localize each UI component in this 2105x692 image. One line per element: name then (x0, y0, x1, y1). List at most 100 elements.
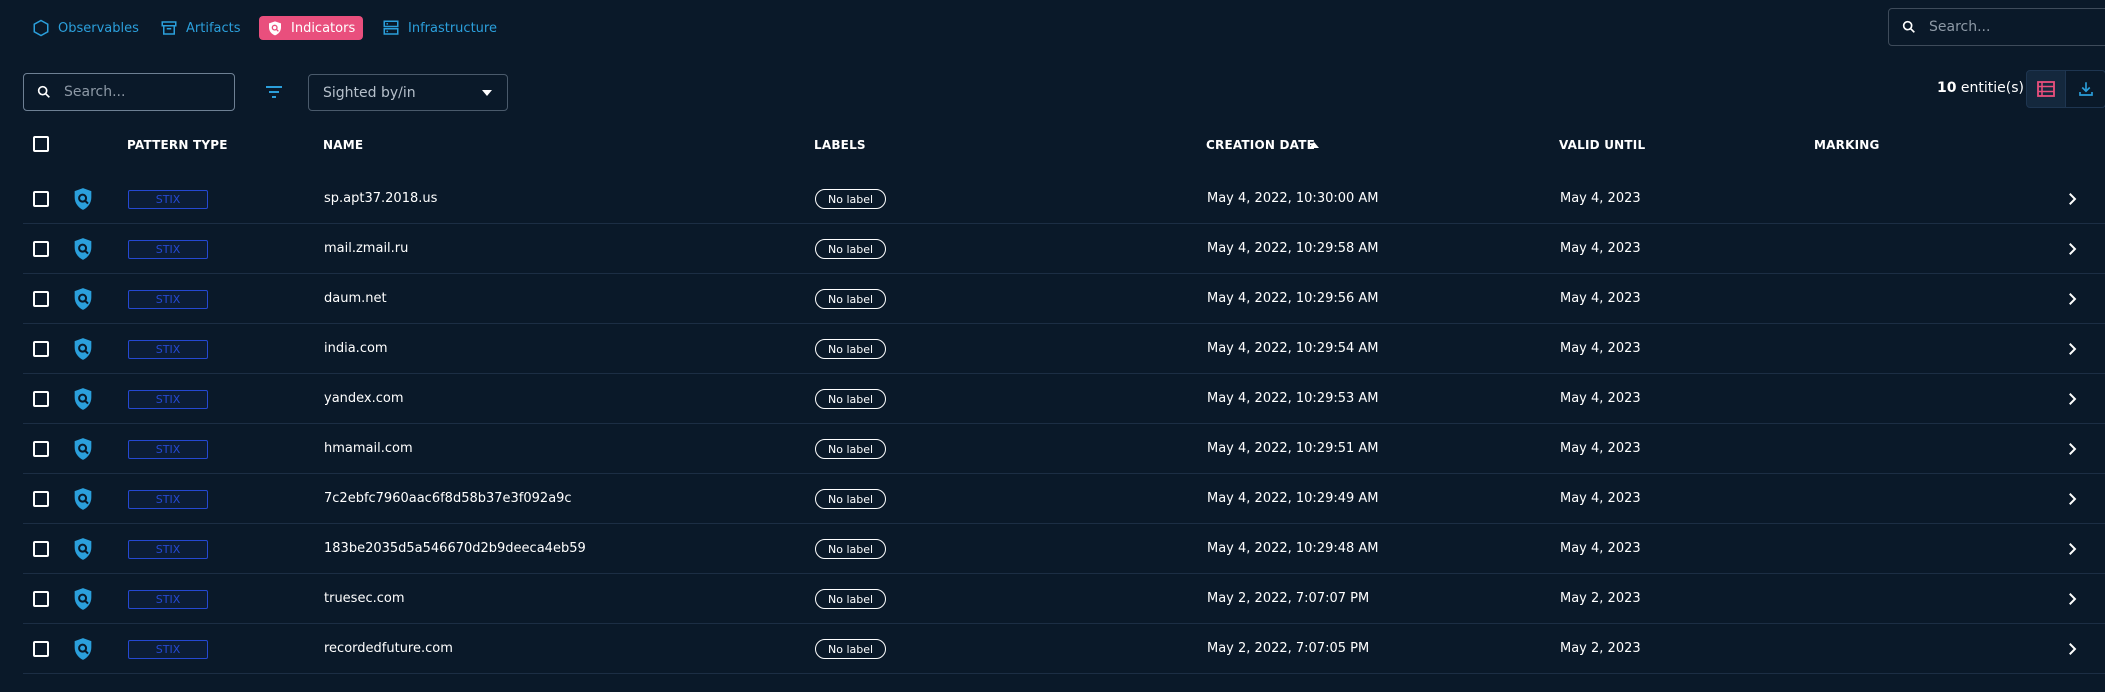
label-chip: No label (815, 189, 887, 209)
caret-down-icon (482, 89, 492, 96)
indicator-icon (74, 188, 92, 210)
pattern-type-badge: STIX (128, 490, 208, 509)
search-icon (37, 85, 50, 98)
chevron-right-icon[interactable] (2063, 340, 2081, 358)
nav-tab-label: Observables (58, 20, 139, 36)
table-row[interactable]: STIX sp.apt37.2018.us No label May 4, 2022,… (23, 174, 2105, 224)
chevron-right-icon[interactable] (2063, 190, 2081, 208)
label-chip: No label (815, 289, 887, 309)
indicator-name: recordedfuture.com (324, 641, 453, 656)
indicator-icon (74, 338, 92, 360)
valid-until: May 4, 2023 (1560, 191, 1641, 206)
label-chip: No label (815, 339, 887, 359)
label-chip: No label (815, 439, 887, 459)
label-chip: No label (815, 239, 887, 259)
pattern-type-badge: STIX (128, 290, 208, 309)
row-checkbox[interactable] (33, 491, 49, 507)
chevron-right-icon[interactable] (2063, 240, 2081, 258)
search-icon (1902, 20, 1915, 33)
list-search-input[interactable] (62, 83, 216, 101)
label-chip: No label (815, 389, 887, 409)
nav-tab-observables[interactable]: Observables (24, 16, 147, 40)
valid-until: May 2, 2023 (1560, 591, 1641, 606)
chevron-right-icon[interactable] (2063, 290, 2081, 308)
creation-date: May 2, 2022, 7:07:07 PM (1207, 591, 1370, 606)
nav-tab-infrastructure[interactable]: Infrastructure (374, 16, 505, 40)
indicator-icon (74, 288, 92, 310)
header-labels[interactable]: LABELS (814, 138, 866, 152)
table-row[interactable]: STIX india.com No label May 4, 2022, 10:29:… (23, 324, 2105, 374)
header-creation-date[interactable]: CREATION DATE (1206, 138, 1315, 152)
chevron-right-icon[interactable] (2063, 490, 2081, 508)
chevron-right-icon[interactable] (2063, 590, 2081, 608)
indicator-name: india.com (324, 341, 388, 356)
indicator-name: hmamail.com (324, 441, 413, 456)
row-checkbox[interactable] (33, 641, 49, 657)
pattern-type-badge: STIX (128, 340, 208, 359)
indicator-name: truesec.com (324, 591, 405, 606)
header-marking[interactable]: MARKING (1814, 138, 1880, 152)
global-search-input[interactable] (1927, 18, 2081, 36)
table-row[interactable]: STIX hmamail.com No label May 4, 2022, 10:2… (23, 424, 2105, 474)
pattern-type-badge: STIX (128, 240, 208, 259)
global-search[interactable] (1888, 8, 2105, 46)
label-chip: No label (815, 489, 887, 509)
filter-list-icon (266, 86, 282, 98)
entity-count-suffix: entitie(s) (1956, 80, 2025, 96)
indicator-icon (74, 588, 92, 610)
table-row[interactable]: STIX recordedfuture.com No label May 2, 202… (23, 624, 2105, 674)
creation-date: May 2, 2022, 7:07:05 PM (1207, 641, 1370, 656)
label-chip: No label (815, 539, 887, 559)
select-all-checkbox[interactable] (33, 136, 49, 152)
valid-until: May 2, 2023 (1560, 641, 1641, 656)
chevron-right-icon[interactable] (2063, 440, 2081, 458)
row-checkbox[interactable] (33, 341, 49, 357)
nav-tab-artifacts[interactable]: Artifacts (152, 16, 249, 40)
table-row[interactable]: STIX 7c2ebfc7960aac6f8d58b37e3f092a9c No l… (23, 474, 2105, 524)
indicator-icon (74, 438, 92, 460)
valid-until: May 4, 2023 (1560, 541, 1641, 556)
row-checkbox[interactable] (33, 391, 49, 407)
label-chip: No label (815, 589, 887, 609)
shield-search-icon (269, 21, 281, 36)
archive-icon (161, 21, 177, 35)
indicator-icon (74, 388, 92, 410)
export-button[interactable] (2066, 70, 2105, 108)
list-search[interactable] (23, 73, 235, 111)
chevron-right-icon[interactable] (2063, 640, 2081, 658)
table-row[interactable]: STIX 183be2035d5a546670d2b9deeca4eb59 No l… (23, 524, 2105, 574)
pattern-type-badge: STIX (128, 540, 208, 559)
indicator-name: 183be2035d5a546670d2b9deeca4eb59 (324, 541, 586, 556)
indicator-icon (74, 238, 92, 260)
valid-until: May 4, 2023 (1560, 391, 1641, 406)
list-view-button[interactable] (2026, 70, 2066, 108)
header-name[interactable]: NAME (323, 138, 363, 152)
row-checkbox[interactable] (33, 191, 49, 207)
row-checkbox[interactable] (33, 591, 49, 607)
sort-ascending-icon[interactable] (1308, 140, 1320, 150)
chevron-right-icon[interactable] (2063, 540, 2081, 558)
table-row[interactable]: STIX daum.net No label May 4, 2022, 10:29:5… (23, 274, 2105, 324)
filter-button[interactable] (262, 80, 286, 104)
table-row[interactable]: STIX truesec.com No label May 2, 2022, 7:07… (23, 574, 2105, 624)
row-checkbox[interactable] (33, 241, 49, 257)
row-checkbox[interactable] (33, 541, 49, 557)
entity-count-number: 10 (1937, 80, 1957, 96)
creation-date: May 4, 2022, 10:29:56 AM (1207, 291, 1379, 306)
nav-tab-label: Indicators (291, 20, 356, 36)
chevron-right-icon[interactable] (2063, 390, 2081, 408)
table-row[interactable]: STIX mail.zmail.ru No label May 4, 2022, 10… (23, 224, 2105, 274)
indicator-icon (74, 538, 92, 560)
indicator-name: sp.apt37.2018.us (324, 191, 438, 206)
top-navigation: Observables Artifacts Indicators Infrast… (0, 0, 2105, 56)
pattern-type-badge: STIX (128, 640, 208, 659)
header-valid-until[interactable]: VALID UNTIL (1559, 138, 1645, 152)
header-pattern-type[interactable]: PATTERN TYPE (127, 138, 228, 152)
valid-until: May 4, 2023 (1560, 441, 1641, 456)
table-row[interactable]: STIX yandex.com No label May 4, 2022, 10:29… (23, 374, 2105, 424)
sighted-by-select[interactable]: Sighted by/in (308, 74, 508, 111)
select-value: Sighted by/in (323, 84, 416, 101)
row-checkbox[interactable] (33, 291, 49, 307)
nav-tab-indicators[interactable]: Indicators (259, 16, 364, 40)
row-checkbox[interactable] (33, 441, 49, 457)
